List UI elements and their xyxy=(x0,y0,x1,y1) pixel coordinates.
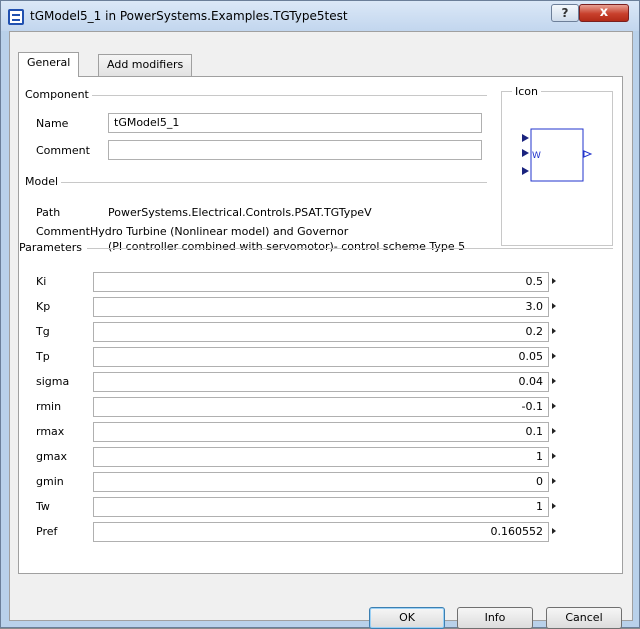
param-menu-arrow-icon[interactable] xyxy=(552,353,556,359)
name-label: Name xyxy=(36,117,69,130)
param-name: gmax xyxy=(36,450,67,463)
input-port-2 xyxy=(522,149,529,157)
param-row-ki: Ki 0.5 xyxy=(19,271,624,293)
parameters-group-label: Parameters xyxy=(19,241,85,254)
parameters-group-line xyxy=(87,248,613,249)
app-icon xyxy=(8,9,24,25)
param-name: Tp xyxy=(36,350,50,363)
param-menu-arrow-icon[interactable] xyxy=(552,303,556,309)
ok-button[interactable]: OK xyxy=(369,607,445,629)
model-comment-line2: (PI controller combined with servomotor)… xyxy=(108,240,466,253)
param-row-pref: Pref 0.160552 xyxy=(19,521,624,543)
param-menu-arrow-icon[interactable] xyxy=(552,278,556,284)
param-name: Kp xyxy=(36,300,51,313)
param-menu-arrow-icon[interactable] xyxy=(552,453,556,459)
help-button[interactable]: ? xyxy=(551,4,579,22)
input-port-1 xyxy=(522,134,529,142)
param-row-tp: Tp 0.05 xyxy=(19,346,624,368)
title-bar[interactable]: tGModel5_1 in PowerSystems.Examples.TGTy… xyxy=(1,1,639,31)
param-name: Tg xyxy=(36,325,50,338)
param-value-input[interactable]: 1 xyxy=(93,497,549,517)
comment-input[interactable] xyxy=(108,140,482,160)
param-value-input[interactable]: -0.1 xyxy=(93,397,549,417)
param-menu-arrow-icon[interactable] xyxy=(552,378,556,384)
param-name: Ki xyxy=(36,275,47,288)
param-menu-arrow-icon[interactable] xyxy=(552,478,556,484)
block-label: W xyxy=(532,151,541,161)
param-value-input[interactable]: 0.2 xyxy=(93,322,549,342)
model-icon: W xyxy=(522,128,593,182)
param-menu-arrow-icon[interactable] xyxy=(552,528,556,534)
param-menu-arrow-icon[interactable] xyxy=(552,403,556,409)
close-button[interactable]: x xyxy=(579,4,629,22)
param-name: Tw xyxy=(36,500,50,513)
param-value-input[interactable]: 0.04 xyxy=(93,372,549,392)
param-name: Pref xyxy=(36,525,58,538)
component-group-line xyxy=(79,95,487,96)
param-value-input[interactable]: 0.5 xyxy=(93,272,549,292)
tab-general[interactable]: General xyxy=(18,52,80,77)
param-name: gmin xyxy=(36,475,64,488)
model-group-label: Model xyxy=(25,175,62,188)
param-menu-arrow-icon[interactable] xyxy=(552,428,556,434)
param-row-gmin: gmin 0 xyxy=(19,471,624,493)
path-label: Path xyxy=(36,206,61,219)
param-name: sigma xyxy=(36,375,70,388)
param-value-input[interactable]: 0.1 xyxy=(93,422,549,442)
param-value-input[interactable]: 1 xyxy=(93,447,549,467)
param-name: rmax xyxy=(36,425,65,438)
param-value-input[interactable]: 3.0 xyxy=(93,297,549,317)
tab-add-modifiers[interactable]: Add modifiers xyxy=(98,54,193,76)
param-row-tg: Tg 0.2 xyxy=(19,321,624,343)
component-group-label: Component xyxy=(25,88,92,101)
param-value-input[interactable]: 0.160552 xyxy=(93,522,549,542)
param-row-kp: Kp 3.0 xyxy=(19,296,624,318)
param-row-gmax: gmax 1 xyxy=(19,446,624,468)
model-comment-line1: Hydro Turbine (Nonlinear model) and Gove… xyxy=(90,225,349,238)
param-row-tw: Tw 1 xyxy=(19,496,624,518)
icon-group: Icon W xyxy=(501,85,613,246)
dialog-client: General Add modifiers Component Name tGM… xyxy=(9,31,633,629)
param-row-rmax: rmax 0.1 xyxy=(19,421,624,443)
name-input[interactable]: tGModel5_1 xyxy=(108,113,482,133)
param-menu-arrow-icon[interactable] xyxy=(552,503,556,509)
param-row-rmin: rmin -0.1 xyxy=(19,396,624,418)
input-port-3 xyxy=(522,167,529,175)
window-title: tGModel5_1 in PowerSystems.Examples.TGTy… xyxy=(30,9,348,23)
model-comment-label: Comment xyxy=(36,225,90,238)
info-button[interactable]: Info xyxy=(457,607,533,629)
cancel-button[interactable]: Cancel xyxy=(546,607,622,629)
model-group-line xyxy=(61,182,487,183)
param-name: rmin xyxy=(36,400,62,413)
param-value-input[interactable]: 0.05 xyxy=(93,347,549,367)
comment-label: Comment xyxy=(36,144,90,157)
param-menu-arrow-icon[interactable] xyxy=(552,328,556,334)
param-row-sigma: sigma 0.04 xyxy=(19,371,624,393)
output-port xyxy=(583,150,593,158)
path-value: PowerSystems.Electrical.Controls.PSAT.TG… xyxy=(108,206,372,219)
dialog-window: tGModel5_1 in PowerSystems.Examples.TGTy… xyxy=(0,0,640,629)
general-panel: Component Name tGModel5_1 Comment Model … xyxy=(18,76,623,574)
param-value-input[interactable]: 0 xyxy=(93,472,549,492)
